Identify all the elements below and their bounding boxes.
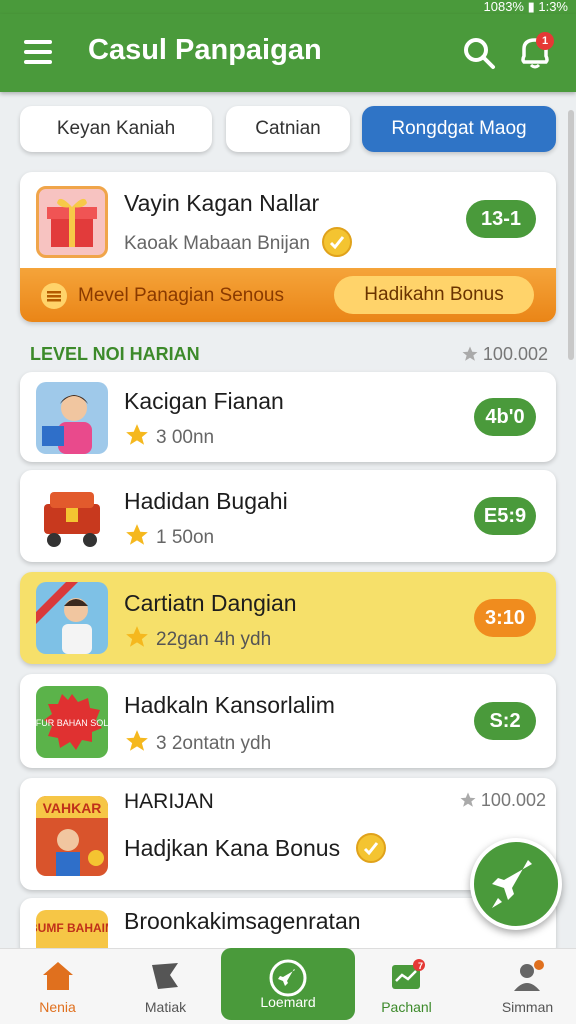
- item-title: Hadjkan Kana Bonus: [124, 832, 387, 864]
- coin-icon: [322, 227, 353, 257]
- item-title: Cartiatn Dangian: [124, 590, 297, 616]
- filter-chip-3[interactable]: Rongdgat Maog: [362, 106, 556, 152]
- star-icon: [126, 730, 148, 751]
- star-icon: [126, 626, 148, 647]
- featured-count-pill[interactable]: 13-1: [466, 200, 536, 238]
- list-icon: [41, 283, 67, 309]
- item-title: Broonkakimsagenratan: [124, 908, 361, 934]
- featured-title: Vayin Kagan Nallar: [124, 190, 320, 216]
- nav-profile[interactable]: Simman: [470, 949, 576, 1024]
- item-pill[interactable]: S:2: [474, 702, 536, 740]
- nav-packages[interactable]: 7 Pachanl: [349, 949, 464, 1024]
- rocket-icon: [492, 860, 532, 908]
- profile-icon: [513, 960, 544, 991]
- notification-button[interactable]: 1: [516, 32, 554, 72]
- status-text: 1083% ▮ 1:3%: [483, 0, 569, 14]
- status-bar: 1083% ▮ 1:3%: [0, 0, 576, 14]
- avatar: [36, 582, 108, 654]
- launch-icon: [269, 959, 307, 997]
- gift-thumbnail: [36, 186, 108, 258]
- partial-thumbnail-text: BUMF BAHAIM: [36, 921, 108, 935]
- item-pill[interactable]: 4b'0: [474, 398, 536, 436]
- section-count: 100.002: [459, 790, 546, 811]
- notification-badge: 1: [536, 32, 554, 50]
- item-pill[interactable]: 3:10: [474, 599, 536, 637]
- section-label: LEVEL NOI HARIAN: [30, 344, 200, 364]
- banner-label: Mevel Panagian Senous: [40, 282, 284, 310]
- app-bar: Casul Panpaigan 1: [0, 14, 576, 92]
- star-icon: [126, 424, 148, 445]
- bonus-thumbnail: VAHKAR: [36, 796, 108, 876]
- list-item-highlighted[interactable]: Cartiatn Dangian 22gan 4h ydh 3:10: [20, 572, 556, 664]
- list-item[interactable]: NAFUR BAHAN SOLDA Hadkaln Kansorlalim 3 …: [20, 674, 556, 768]
- page-title: Casul Panpaigan: [88, 34, 322, 66]
- list-item[interactable]: Kacigan Fianan 3 00nn 4b'0: [20, 372, 556, 462]
- bonus-thumbnail-text: VAHKAR: [43, 800, 102, 816]
- item-sub: 3 2ontatn ydh: [124, 728, 271, 755]
- section-label: HARIJAN: [124, 790, 214, 813]
- list-item[interactable]: Hadidan Bugahi 1 50on E5:9: [20, 470, 556, 562]
- item-title: Kacigan Fianan: [124, 388, 284, 414]
- nav-launch[interactable]: Loemard: [221, 948, 355, 1020]
- item-title: Hadidan Bugahi: [124, 488, 288, 514]
- tag-icon: [151, 963, 178, 989]
- home-icon: [42, 962, 73, 990]
- featured-subtitle: Kaoak Mabaan Bnijan: [124, 226, 353, 258]
- filter-chip-2[interactable]: Catnian: [226, 106, 350, 152]
- coin-icon: [355, 833, 386, 863]
- nav-badge: 7: [418, 961, 424, 971]
- sale-thumbnail: NAFUR BAHAN SOLDA: [36, 686, 108, 758]
- nav-market[interactable]: Matiak: [108, 949, 223, 1024]
- filter-chip-1[interactable]: Keyan Kaniah: [20, 106, 212, 152]
- sale-thumbnail-text: NAFUR BAHAN SOLDA: [36, 718, 108, 728]
- item-sub: 3 00nn: [124, 422, 214, 449]
- bonus-button[interactable]: Hadikahn Bonus: [334, 276, 534, 314]
- item-title: Hadkaln Kansorlalim: [124, 692, 335, 718]
- section-count: 100.002: [461, 344, 548, 365]
- nav-home[interactable]: Nenia: [0, 949, 115, 1024]
- star-icon: [126, 524, 148, 545]
- avatar: [36, 382, 108, 454]
- star-icon: [462, 346, 478, 361]
- item-pill[interactable]: E5:9: [474, 497, 536, 535]
- search-icon[interactable]: [462, 36, 496, 70]
- launch-fab[interactable]: [470, 838, 562, 930]
- scrollbar[interactable]: [568, 110, 574, 360]
- section-header-level: LEVEL NOI HARIAN 100.002: [20, 334, 556, 372]
- menu-icon[interactable]: [24, 40, 52, 64]
- item-sub: 1 50on: [124, 522, 214, 549]
- bonus-banner: Mevel Panagian Senous Hadikahn Bonus: [20, 268, 556, 322]
- cart-thumbnail: [36, 480, 108, 552]
- item-sub: 22gan 4h ydh: [124, 624, 271, 651]
- star-icon: [460, 792, 476, 807]
